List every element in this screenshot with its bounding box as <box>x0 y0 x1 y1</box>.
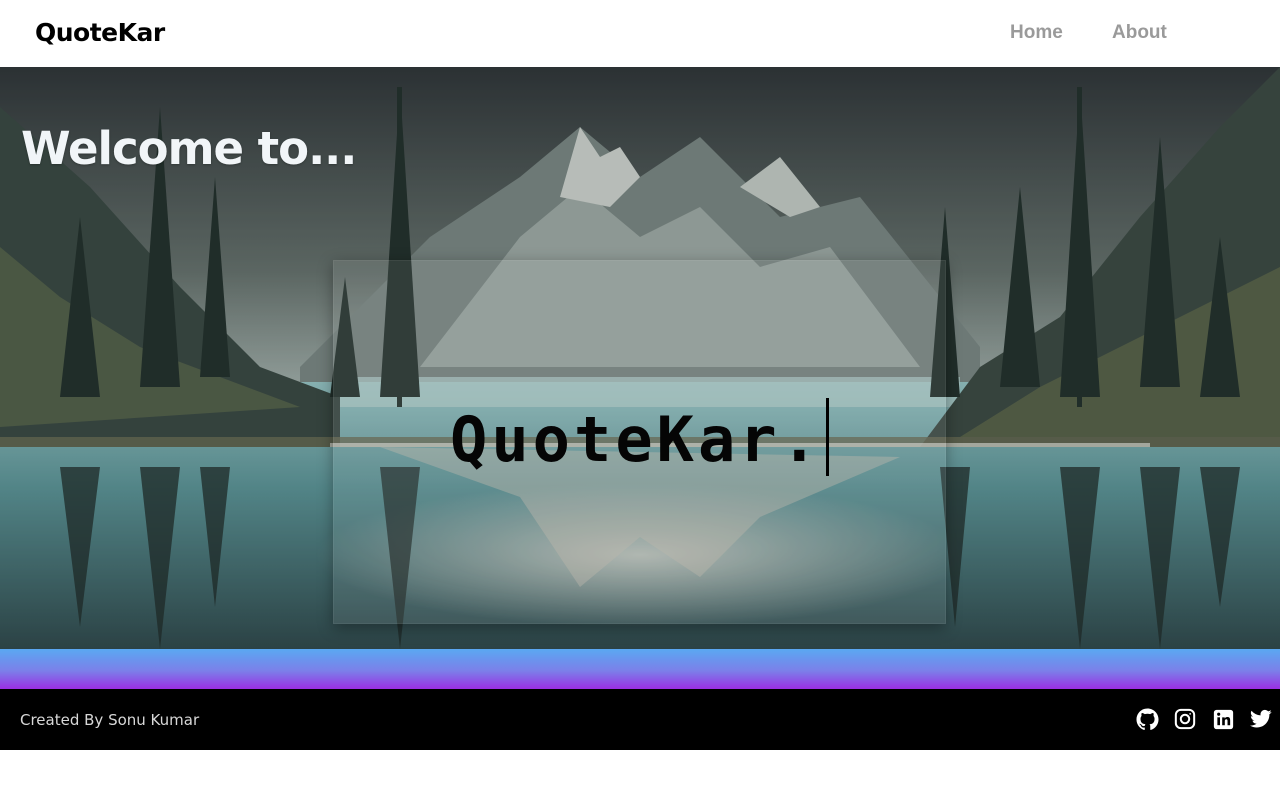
nav-about-link[interactable]: About <box>1112 22 1167 44</box>
gradient-divider <box>0 649 1280 689</box>
typed-brand-text: QuoteKar. <box>450 402 822 476</box>
instagram-icon[interactable] <box>1173 707 1197 731</box>
footer-credit: Created By Sonu Kumar <box>20 711 200 729</box>
typing-card: QuoteKar. <box>333 260 946 624</box>
welcome-heading: Welcome to... <box>21 122 357 175</box>
brand-logo[interactable]: QuoteKar <box>35 18 165 47</box>
linkedin-icon[interactable] <box>1211 707 1235 731</box>
nav-home-link[interactable]: Home <box>1010 22 1063 44</box>
github-icon[interactable] <box>1135 707 1159 731</box>
site-header: QuoteKar Home About <box>0 0 1280 67</box>
typing-cursor <box>825 398 829 476</box>
twitter-icon[interactable] <box>1249 707 1273 731</box>
site-footer: Created By Sonu Kumar <box>0 689 1280 750</box>
hero-section: Welcome to... QuoteKar. <box>0 67 1280 649</box>
